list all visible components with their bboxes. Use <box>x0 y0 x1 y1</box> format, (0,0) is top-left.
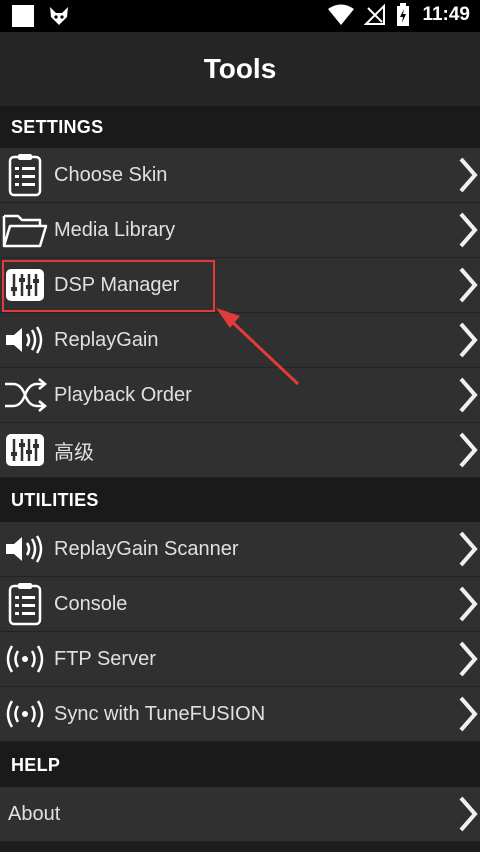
chevron-right-icon <box>459 432 478 468</box>
no-signal-icon <box>364 4 386 25</box>
status-time: 11:49 <box>422 4 470 25</box>
chevron-right-icon <box>459 641 478 677</box>
speaker-volume-icon <box>2 317 48 363</box>
battery-charging-icon <box>397 3 410 26</box>
menu-item-label: About <box>8 802 61 825</box>
chevron-right-icon <box>459 377 478 413</box>
menu-item-media-library[interactable]: Media Library <box>0 203 480 258</box>
menu-item-label: Playback Order <box>54 383 192 406</box>
menu-item-label: Sync with TuneFUSION <box>54 702 266 725</box>
wifi-icon <box>328 4 355 25</box>
chevron-right-icon <box>459 322 478 358</box>
menu-item-playback-order[interactable]: Playback Order <box>0 368 480 423</box>
menu-item-choose-skin[interactable]: Choose Skin <box>0 148 480 203</box>
menu-item-advanced[interactable]: 高级 <box>0 423 480 478</box>
chevron-right-icon <box>459 157 478 193</box>
shuffle-icon <box>2 372 48 418</box>
speaker-volume-icon <box>2 526 48 572</box>
chevron-right-icon <box>459 212 478 248</box>
menu-item-ftp-server[interactable]: FTP Server <box>0 632 480 687</box>
section-label: HELP <box>11 754 61 775</box>
menu-item-replaygain-scanner[interactable]: ReplayGain Scanner <box>0 522 480 577</box>
menu-item-label: 高级 <box>54 441 94 464</box>
menu-item-replaygain[interactable]: ReplayGain <box>0 313 480 368</box>
chevron-right-icon <box>459 586 478 622</box>
fox-icon <box>50 7 68 25</box>
section-label: UTILITIES <box>11 489 99 510</box>
menu-item-label: FTP Server <box>54 647 156 670</box>
clipboard-icon <box>2 581 48 627</box>
chevron-right-icon <box>459 531 478 567</box>
section-label: SETTINGS <box>11 116 104 137</box>
notification-square-icon <box>12 5 34 27</box>
status-bar: 11:49 <box>0 0 480 32</box>
menu-item-label: Console <box>54 592 128 615</box>
section-header-settings: SETTINGS <box>0 106 480 148</box>
section-header-help: HELP <box>0 744 480 786</box>
chevron-right-icon <box>459 696 478 732</box>
chevron-right-icon <box>459 796 478 832</box>
menu-item-label: ReplayGain <box>54 328 159 351</box>
menu-item-label: ReplayGain Scanner <box>54 537 239 560</box>
highlight-box <box>2 260 215 312</box>
section-header-utilities: UTILITIES <box>0 479 480 521</box>
menu-item-sync-tunefusion[interactable]: Sync with TuneFUSION <box>0 687 480 742</box>
page-title: Tools <box>203 53 277 84</box>
equalizer-icon <box>2 427 48 473</box>
broadcast-icon <box>2 691 48 737</box>
menu-item-label: Choose Skin <box>54 163 168 186</box>
menu-item-label: Media Library <box>54 218 176 241</box>
folder-icon <box>2 207 48 253</box>
title-bar: Tools <box>0 32 480 106</box>
menu-item-console[interactable]: Console <box>0 577 480 632</box>
chevron-right-icon <box>459 267 478 303</box>
broadcast-icon <box>2 636 48 682</box>
menu-item-about[interactable]: About <box>0 787 480 842</box>
clipboard-icon <box>2 152 48 198</box>
